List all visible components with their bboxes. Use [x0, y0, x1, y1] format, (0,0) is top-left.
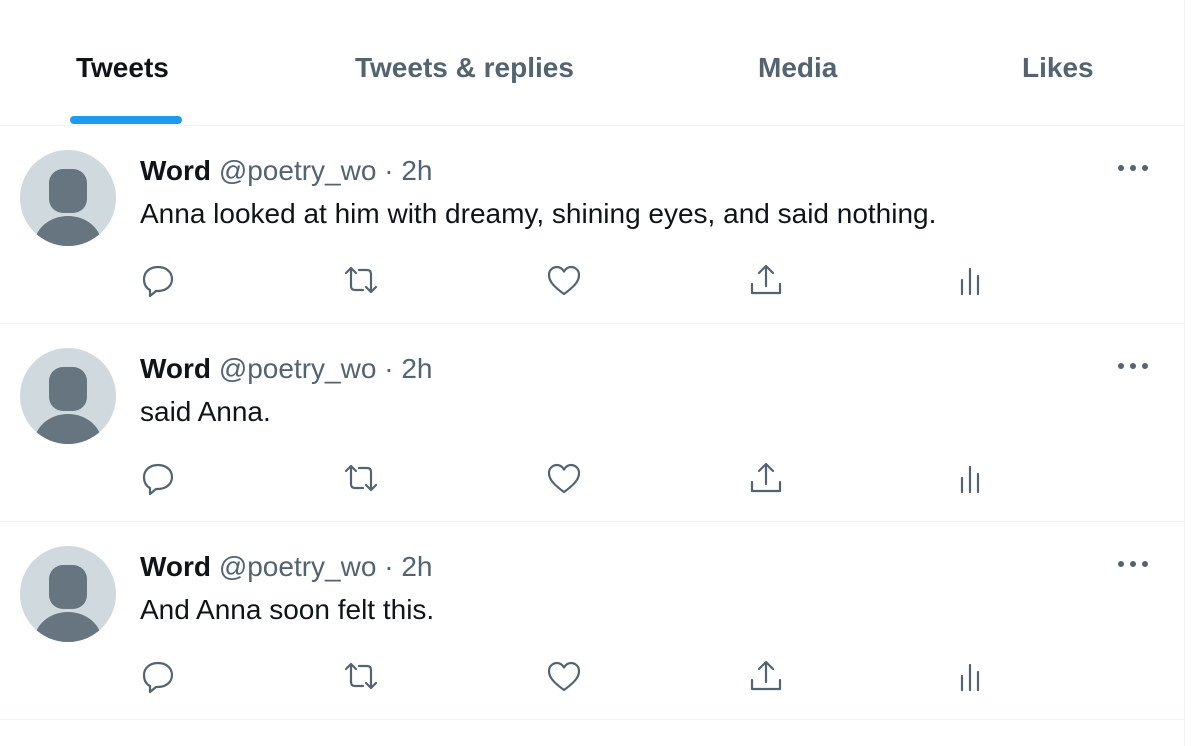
avatar-body — [34, 216, 102, 246]
separator: · — [384, 551, 394, 582]
author-name[interactable]: Word — [140, 155, 211, 186]
author-handle[interactable]: @poetry_wo — [219, 551, 377, 582]
avatar-body — [34, 414, 102, 444]
separator: · — [384, 155, 394, 186]
more-icon[interactable] — [1116, 354, 1150, 378]
like-icon[interactable] — [544, 260, 584, 300]
avatar-head — [49, 565, 87, 609]
reply-icon[interactable] — [138, 458, 178, 498]
avatar[interactable] — [20, 150, 116, 246]
tweet-header: Word @poetry_wo · 2h — [140, 353, 432, 385]
more-icon[interactable] — [1116, 156, 1150, 180]
tweet-actions — [0, 458, 1184, 498]
tweet-text: And Anna soon felt this. — [140, 594, 435, 625]
avatar[interactable] — [20, 348, 116, 444]
reply-icon[interactable] — [138, 656, 178, 696]
tweet-header: Word @poetry_wo · 2h — [140, 551, 432, 583]
reply-icon[interactable] — [138, 260, 178, 300]
avatar[interactable] — [20, 546, 116, 642]
avatar-head — [49, 367, 87, 411]
retweet-icon[interactable] — [341, 656, 381, 696]
tweet[interactable]: Word @poetry_wo · 2h And Anna soon felt … — [0, 522, 1184, 720]
active-tab-indicator — [70, 116, 182, 124]
timestamp[interactable]: 2h — [401, 353, 432, 384]
analytics-icon[interactable] — [950, 458, 990, 498]
more-icon[interactable] — [1116, 552, 1150, 576]
tweet-actions — [0, 656, 1184, 696]
tweet-text: said Anna. — [140, 396, 271, 427]
like-icon[interactable] — [544, 458, 584, 498]
tab-tweets-replies[interactable]: Tweets & replies — [355, 52, 574, 84]
author-handle[interactable]: @poetry_wo — [219, 353, 377, 384]
tweet[interactable]: Word @poetry_wo · 2h said Anna. — [0, 324, 1184, 522]
timestamp[interactable]: 2h — [401, 155, 432, 186]
share-icon[interactable] — [746, 260, 786, 300]
tab-likes[interactable]: Likes — [1022, 52, 1094, 84]
tab-tweets[interactable]: Tweets — [76, 52, 169, 84]
author-name[interactable]: Word — [140, 551, 211, 582]
retweet-icon[interactable] — [341, 458, 381, 498]
tweet[interactable]: Word @poetry_wo · 2h Anna looked at him … — [0, 126, 1184, 324]
avatar-head — [49, 169, 87, 213]
like-icon[interactable] — [544, 656, 584, 696]
avatar-body — [34, 612, 102, 642]
share-icon[interactable] — [746, 458, 786, 498]
analytics-icon[interactable] — [950, 656, 990, 696]
share-icon[interactable] — [746, 656, 786, 696]
tweet-actions — [0, 260, 1184, 300]
analytics-icon[interactable] — [950, 260, 990, 300]
author-handle[interactable]: @poetry_wo — [219, 155, 377, 186]
separator: · — [384, 353, 394, 384]
tab-media[interactable]: Media — [758, 52, 837, 84]
profile-tabs: Tweets Tweets & replies Media Likes — [0, 0, 1184, 126]
retweet-icon[interactable] — [341, 260, 381, 300]
column-border — [1184, 0, 1185, 746]
tweet-header: Word @poetry_wo · 2h — [140, 155, 432, 187]
timestamp[interactable]: 2h — [401, 551, 432, 582]
author-name[interactable]: Word — [140, 353, 211, 384]
tweet-text: Anna looked at him with dreamy, shining … — [140, 198, 937, 229]
